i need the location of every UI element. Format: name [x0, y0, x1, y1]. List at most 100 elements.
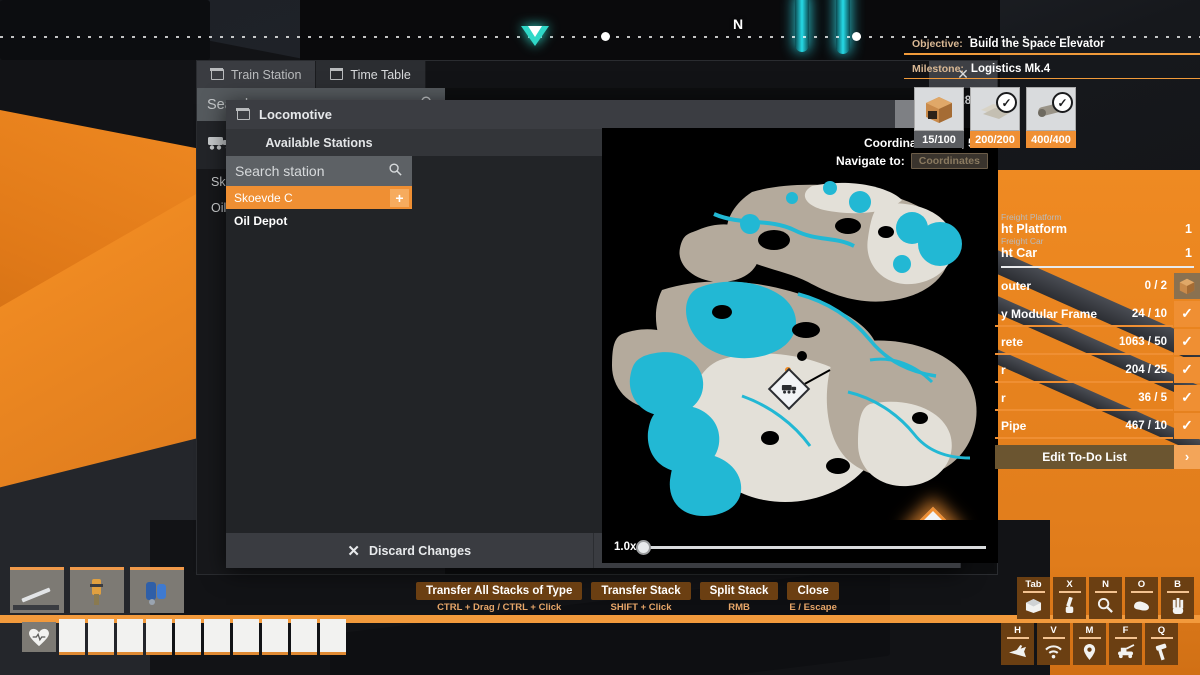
milestone-row: Milestone: Logistics Mk.4 [900, 63, 1200, 75]
add-station-button[interactable]: + [390, 188, 409, 207]
milestone-count: 15/100 [914, 131, 964, 148]
train-icon [776, 376, 802, 402]
available-stations-header: Available Stations [226, 129, 412, 156]
milestone-divider [904, 77, 1200, 79]
hotkey-label: F [1122, 625, 1129, 636]
map-pin-icon [1082, 639, 1097, 666]
hotkey-tile-m[interactable]: M [1073, 623, 1106, 665]
equipment-slot[interactable] [130, 567, 184, 613]
hotkey-tile-b[interactable]: B [1161, 577, 1194, 619]
game-screen: N Train Station Time Table ✕ Search [0, 0, 1200, 675]
heart-icon [29, 628, 49, 646]
todo-item-value: 0 / 2 [1144, 279, 1167, 292]
hotkey-label: B [1174, 579, 1181, 590]
chevron-right-icon[interactable]: › [1174, 444, 1200, 469]
compass-waypoint-dot [852, 32, 861, 41]
todo-list-hud: Freight Platform ht Platform 1 Freight C… [995, 212, 1200, 469]
equipment-slot[interactable] [10, 567, 64, 613]
todo-item[interactable]: y Modular Frame 24 / 10 ✓ [995, 300, 1200, 327]
todo-pinned-label: ht Platform [1001, 222, 1067, 236]
milestone-item[interactable]: ✓ 400/400 [1026, 87, 1076, 148]
objective-divider [904, 53, 1200, 55]
map-zoom-label: 1.0x [614, 541, 637, 553]
plane-icon [1008, 639, 1028, 666]
hotbar-slot[interactable] [320, 619, 346, 655]
action-hint[interactable]: Close E / Escape [787, 582, 839, 613]
hotkey-tile-h[interactable]: H [1001, 623, 1034, 665]
edit-todo-list-button[interactable]: Edit To-Do List [995, 444, 1174, 469]
station-list-item-skoevde-c[interactable]: Skoevde C + [226, 186, 412, 209]
hotkey-tile-o[interactable]: O [1125, 577, 1158, 619]
map-canvas[interactable] [602, 170, 998, 520]
station-list-item-oil-depot[interactable]: Oil Depot [226, 209, 412, 232]
navigate-coordinates-button[interactable]: Coordinates [910, 153, 988, 169]
equipment-slot[interactable] [70, 567, 124, 613]
objective-hud: Objective: Build the Space Elevator Mile… [900, 38, 1200, 148]
discard-changes-button[interactable]: ✕ Discard Changes [226, 533, 594, 568]
magnifier-icon [1097, 593, 1114, 620]
hotbar-slot[interactable] [204, 619, 230, 655]
hotkey-label: N [1102, 579, 1109, 590]
todo-item-value: 24 / 10 [1131, 307, 1167, 320]
todo-progress-bar [995, 352, 1173, 355]
hotkey-tile-q[interactable]: Q [1145, 623, 1178, 665]
todo-progress-bar [995, 324, 1173, 327]
locomotive-title: Locomotive [259, 107, 332, 122]
hotbar-slot[interactable] [88, 619, 114, 655]
todo-item[interactable]: outer 0 / 2 [995, 272, 1200, 299]
hotbar-slot[interactable] [233, 619, 259, 655]
map-zoom-control[interactable]: 1.0x [614, 539, 986, 555]
milestone-item[interactable]: 15/100 [914, 87, 964, 148]
crate-icon [914, 87, 964, 131]
milestone-item[interactable]: ✓ 200/200 [970, 87, 1020, 148]
objective-value: Build the Space Elevator [969, 38, 1105, 50]
station-search-input[interactable]: Search station [226, 156, 412, 186]
todo-pinned-value: 1 [1185, 246, 1192, 260]
action-hint[interactable]: Transfer All Stacks of Type CTRL + Drag … [416, 582, 583, 613]
checkmark-badge: ✓ [1052, 92, 1073, 113]
health-indicator [22, 622, 56, 652]
station-list: Skoevde C + Oil Depot [226, 186, 412, 533]
crate-icon [1174, 272, 1200, 299]
action-hint[interactable]: Transfer Stack SHIFT + Click [591, 582, 691, 613]
map-zoom-slider[interactable] [636, 539, 986, 555]
hotbar-slot[interactable] [59, 619, 85, 655]
inventory-crate-icon [1024, 593, 1043, 620]
action-hint-keys: E / Escape [789, 602, 837, 613]
map-zoom-slider-knob[interactable] [636, 539, 652, 555]
map-terrain [602, 170, 998, 520]
hotbar-slot[interactable] [262, 619, 288, 655]
action-hint-label: Transfer Stack [591, 582, 691, 600]
hotbar-slot[interactable] [146, 619, 172, 655]
todo-progress-bar [995, 408, 1173, 411]
todo-item-value: 204 / 25 [1125, 363, 1167, 376]
paintbrush-icon [1062, 593, 1077, 620]
todo-item[interactable]: rete 1063 / 50 ✓ [995, 328, 1200, 355]
todo-progress-bar [995, 380, 1173, 383]
tab-label: Time Table [350, 67, 411, 82]
chainsaw-icon [90, 579, 103, 605]
station-label: Skoevde C [234, 190, 293, 205]
milestone-value: Logistics Mk.4 [970, 62, 1051, 75]
hotkey-tile-v[interactable]: V [1037, 623, 1070, 665]
todo-item[interactable]: r 36 / 5 ✓ [995, 384, 1200, 411]
hotkey-tile-x[interactable]: X [1053, 577, 1086, 619]
todo-item-label: rete [1001, 334, 1024, 349]
hotkey-label: O [1137, 579, 1146, 590]
todo-item-label: y Modular Frame [1001, 306, 1098, 321]
hotbar-slot[interactable] [117, 619, 143, 655]
hotkey-tile-f[interactable]: F [1109, 623, 1142, 665]
todo-item[interactable]: r 204 / 25 ✓ [995, 356, 1200, 383]
hotkey-tile-tab[interactable]: Tab [1017, 577, 1050, 619]
tab-time-table[interactable]: Time Table [316, 61, 426, 88]
close-x-icon: ✕ [347, 542, 360, 560]
hotbar-slot[interactable] [175, 619, 201, 655]
hotkey-tile-n[interactable]: N [1089, 577, 1122, 619]
action-hint[interactable]: Split Stack RMB [699, 582, 779, 613]
todo-item[interactable]: Pipe 467 / 10 ✓ [995, 412, 1200, 439]
todo-item-label: r [1001, 362, 1006, 377]
player-hotbar [22, 619, 346, 655]
hotbar-slot[interactable] [291, 619, 317, 655]
hammer-icon [1153, 639, 1170, 666]
tab-train-station[interactable]: Train Station [197, 61, 317, 88]
